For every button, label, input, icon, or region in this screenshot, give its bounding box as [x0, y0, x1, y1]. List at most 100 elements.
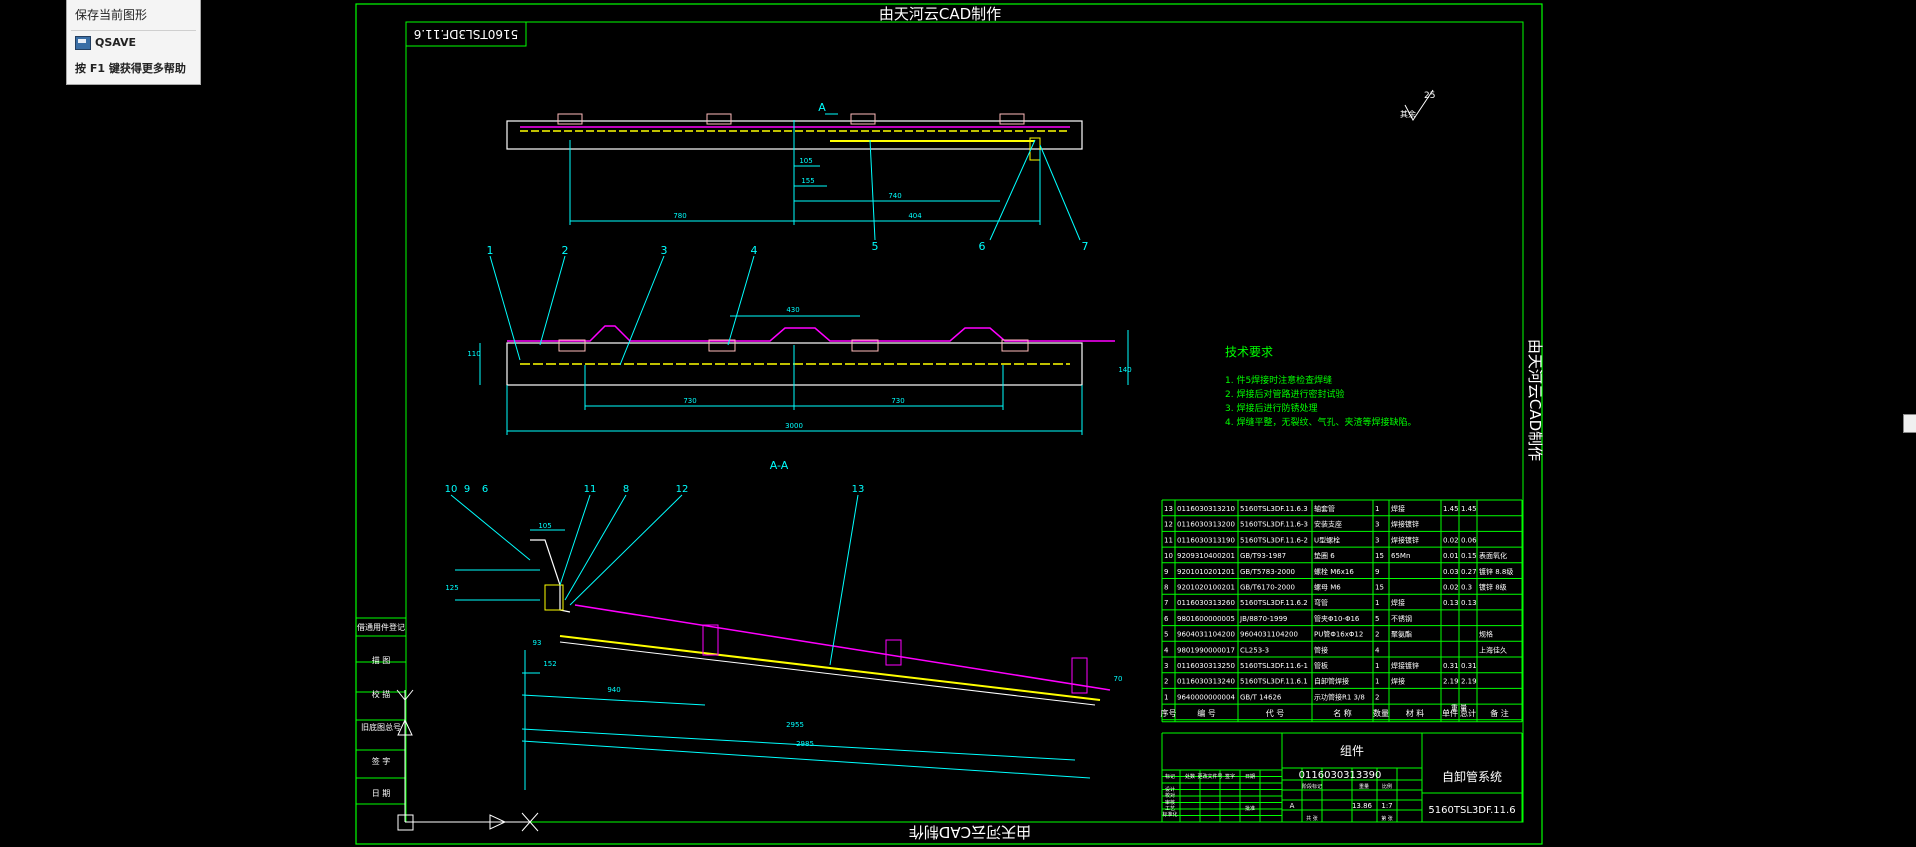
title-part-number: 0116030313390	[1299, 770, 1382, 781]
title-drawing-code: 5160TSL3DF.11.6	[1428, 805, 1515, 816]
bom-cell-code: 9801600000005	[1177, 615, 1235, 623]
section-marker: A	[818, 101, 826, 114]
cad-drawing-canvas[interactable]: 由天河云CAD制作 由天河云CAD制作 由天河云CAD制作 5160TSL3DF…	[0, 0, 1916, 847]
bom-cell-std: 5160TSL3DF.11.6.1	[1240, 678, 1308, 686]
bom-cell-w1: 0.13	[1443, 599, 1459, 607]
bom-header-std: 代 号	[1266, 708, 1285, 718]
dim-mid-730a: 730	[683, 397, 696, 405]
bom-cell-w2: 2.19	[1461, 678, 1477, 686]
title-label: 审核	[1165, 799, 1175, 806]
bom-cell-qty: 1	[1375, 678, 1379, 686]
balloon-8: 8	[623, 484, 629, 495]
balloon-5: 5	[872, 240, 879, 253]
bom-cell-note: 表面氧化	[1479, 551, 1507, 560]
bom-cell-no: 7	[1164, 599, 1168, 607]
tooltip-title: 保存当前图形	[75, 8, 148, 22]
dim-mid-730b: 730	[891, 397, 904, 405]
bom-cell-std: 5160TSL3DF.11.6.2	[1240, 599, 1308, 607]
bom-cell-qty: 9	[1375, 568, 1379, 576]
bom-cell-w1: 0.31	[1443, 662, 1459, 670]
bom-cell-name: 管接	[1314, 645, 1328, 654]
dim-sec-2955: 2955	[786, 721, 804, 729]
header-banner: 由天河云CAD制作	[879, 5, 1001, 23]
bom-cell-name: 管板	[1314, 661, 1328, 670]
bom-cell-code: 0116030313240	[1177, 678, 1235, 686]
bom-cell-w1: 1.45	[1443, 505, 1459, 513]
bom-cell-code: 9604031104200	[1177, 631, 1235, 639]
bom-cell-mat: 焊接镀锌	[1391, 535, 1419, 544]
bom-cell-std: GB/T5783-2000	[1240, 568, 1295, 576]
bom-cell-qty: 3	[1375, 536, 1379, 544]
bom-cell-no: 13	[1164, 505, 1173, 513]
title-scale: 1:7	[1381, 802, 1392, 810]
tech-title: 技术要求	[1225, 345, 1273, 359]
balloon-6b: 6	[482, 484, 488, 495]
bom-cell-std: GB/T 14626	[1240, 693, 1282, 701]
bom-cell-code: 0116030313190	[1177, 536, 1235, 544]
bom-cell-mat: 焊接镀锌	[1391, 661, 1419, 670]
bom-header-code: 编 号	[1197, 708, 1216, 718]
dim-sec-93: 93	[533, 639, 542, 647]
title-label: 批准	[1245, 805, 1255, 812]
bom-cell-w2: 0.27	[1461, 568, 1477, 576]
bom-weight-header: 重 量	[1451, 704, 1467, 712]
bom-cell-note: 上海佳久	[1479, 645, 1507, 654]
bom-header-mat: 材 料	[1406, 708, 1425, 718]
dim-sec-2985: 2985	[796, 740, 814, 748]
bom-cell-w2: 0.06	[1461, 536, 1477, 544]
scrollbar-thumb[interactable]	[1903, 414, 1916, 433]
tech-note-3: 3. 焊接后进行防锈处理	[1225, 402, 1317, 414]
side-register-table: 借通用件登记 描 图 校 描 旧底图总号 签 字 日 期	[355, 617, 407, 805]
tooltip-command: QSAVE	[95, 36, 137, 49]
bom-cell-code: 9201020100201	[1177, 584, 1235, 592]
balloon-13: 13	[852, 484, 865, 495]
dim-sec-940: 940	[607, 686, 620, 694]
bom-cell-qty: 3	[1375, 521, 1379, 529]
title-label: 校对	[1165, 792, 1175, 799]
bom-cell-name: PU管Φ16xΦ12	[1314, 630, 1363, 639]
title-label: 重量	[1359, 783, 1369, 790]
bom-cell-std: 5160TSL3DF.11.6-2	[1240, 536, 1308, 544]
dim-mid-110: 110	[467, 350, 480, 358]
bom-cell-name: 安装支座	[1314, 520, 1342, 529]
roughness-label: 其余	[1400, 109, 1416, 119]
balloon-3: 3	[661, 244, 668, 257]
bom-cell-mat: 焊接	[1391, 504, 1405, 513]
bom-cell-mat: 不锈钢	[1391, 614, 1412, 623]
register-label-2: 描 图	[372, 655, 391, 665]
dim-mid-140: 140	[1118, 366, 1131, 374]
title-label: 共 张	[1306, 815, 1318, 822]
dim-sec-105: 105	[538, 522, 551, 530]
bom-cell-std: GB/T6170-2000	[1240, 584, 1295, 592]
tech-note-1: 1. 件5焊接时注意检查焊缝	[1225, 374, 1332, 386]
balloon-1: 1	[487, 244, 494, 257]
middle-view: 430 730 730 3000 110 140 1 2 3 4	[467, 244, 1132, 435]
bom-cell-qty: 1	[1375, 505, 1379, 513]
dim-top-105: 105	[799, 157, 812, 165]
mirror-code: 5160TSL3DF.11.6	[414, 27, 519, 41]
bom-cell-name: 弯管	[1314, 598, 1328, 607]
roughness-value: 25	[1424, 91, 1435, 101]
title-label: 标记	[1165, 773, 1175, 780]
bom-cell-mat: 焊接镀锌	[1391, 520, 1419, 529]
bom-cell-name: 自卸管焊接	[1314, 677, 1349, 686]
bom-cell-mat: 焊接	[1391, 677, 1405, 686]
bom-cell-name: 螺栓 M6x16	[1314, 567, 1354, 576]
bom-cell-w2: 0.15	[1461, 552, 1477, 560]
balloon-11: 11	[584, 484, 597, 495]
bom-cell-std: 5160TSL3DF.11.6.3	[1240, 505, 1308, 513]
bom-cell-std: 5160TSL3DF.11.6-1	[1240, 662, 1308, 670]
title-stage: A	[1290, 802, 1295, 810]
tech-requirements: 技术要求 1. 件5焊接时注意检查焊缝 2. 焊接后对管路进行密封试验 3. 焊…	[1225, 345, 1416, 428]
save-icon	[75, 36, 91, 50]
title-label: 处数	[1185, 773, 1195, 780]
section-view: 105 125 93 152 940 2955 2985 70 10 9 6 1…	[445, 484, 1122, 790]
bom-cell-w1: 0.03	[1443, 568, 1459, 576]
bom-cell-name: U型螺栓	[1314, 535, 1340, 544]
bom-header-no: 序号	[1161, 708, 1177, 718]
register-label-4: 旧底图总号	[361, 722, 401, 732]
bom-cell-note: 镀锌 8级	[1479, 583, 1507, 592]
bom-cell-mat: 65Mn	[1391, 552, 1410, 560]
title-weight: 13.86	[1352, 802, 1373, 810]
bom-cell-no: 9	[1164, 568, 1168, 576]
